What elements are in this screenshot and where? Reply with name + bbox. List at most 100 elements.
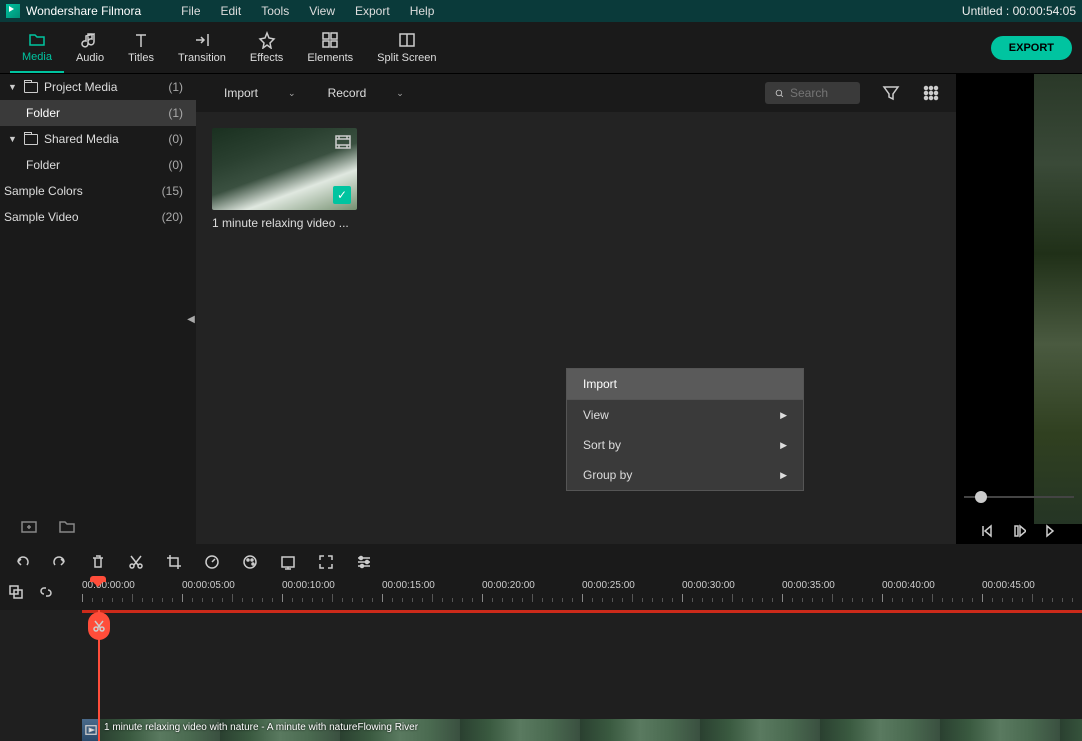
expand-button[interactable] [318, 554, 334, 570]
titles-icon [132, 31, 150, 49]
delete-button[interactable] [90, 554, 106, 570]
tab-effects[interactable]: Effects [238, 23, 295, 73]
sidebar-item-project-media[interactable]: ▼ Project Media (1) [0, 74, 196, 100]
export-button[interactable]: EXPORT [991, 36, 1072, 60]
folder-icon [28, 30, 46, 48]
ruler-tick: 00:00:20:00 [482, 580, 535, 591]
menu-edit[interactable]: Edit [221, 4, 242, 18]
ruler-tick: 00:00:40:00 [882, 580, 935, 591]
tab-audio[interactable]: Audio [64, 23, 116, 73]
slider-thumb[interactable] [975, 491, 987, 503]
sidebar: ▼ Project Media (1) Folder (1) ▼ Shared … [0, 74, 196, 544]
timeline-toolbar [0, 544, 1082, 580]
check-icon: ✓ [333, 186, 351, 204]
sidebar-collapse-button[interactable]: ◀ [186, 304, 196, 334]
add-marker-button[interactable] [8, 584, 24, 600]
main-menu: File Edit Tools View Export Help [181, 4, 434, 18]
content-toolbar: Import ⌄ Record ⌄ [196, 74, 956, 112]
undo-button[interactable] [14, 554, 30, 570]
tab-elements[interactable]: Elements [295, 23, 365, 73]
chevron-down-icon: ⌄ [396, 88, 404, 99]
project-title-time: Untitled : 00:00:54:05 [962, 4, 1076, 18]
media-label: 1 minute relaxing video ... [212, 216, 357, 230]
video-type-icon [335, 134, 351, 150]
playhead-marker[interactable] [90, 576, 106, 586]
expand-arrow-icon: ▼ [8, 134, 18, 144]
audio-icon [81, 31, 99, 49]
settings-button[interactable] [356, 554, 372, 570]
sidebar-item-sample-video[interactable]: Sample Video (20) [0, 204, 196, 230]
ruler-tick: 00:00:45:00 [982, 580, 1035, 591]
context-import[interactable]: Import [567, 369, 803, 399]
ruler-tick: 00:00:35:00 [782, 580, 835, 591]
crop-button[interactable] [166, 554, 182, 570]
tab-media[interactable]: Media [10, 23, 64, 73]
main-area: ▼ Project Media (1) Folder (1) ▼ Shared … [0, 74, 1082, 544]
menu-export[interactable]: Export [355, 4, 390, 18]
context-menu: Import View ▶ Sort by ▶ Group by ▶ [566, 368, 804, 491]
content-panel: Import ⌄ Record ⌄ ✓ 1 minute relaxing vi… [196, 74, 956, 544]
folder-icon[interactable] [58, 517, 76, 535]
next-frame-button[interactable] [1044, 524, 1058, 538]
sidebar-item-folder-2[interactable]: Folder (0) [0, 152, 196, 178]
prev-frame-button[interactable] [980, 524, 994, 538]
video-track: 1 minute relaxing video with nature - A … [82, 719, 1082, 741]
preview-slider[interactable] [956, 488, 1082, 506]
submenu-arrow-icon: ▶ [780, 410, 787, 421]
cut-button[interactable] [128, 554, 144, 570]
play-pause-button[interactable] [1012, 524, 1026, 538]
media-item[interactable]: ✓ 1 minute relaxing video ... [212, 128, 357, 230]
expand-arrow-icon: ▼ [8, 82, 18, 92]
titlebar: Wondershare Filmora File Edit Tools View… [0, 0, 1082, 22]
grid-view-icon[interactable] [922, 84, 940, 102]
submenu-arrow-icon: ▶ [780, 440, 787, 451]
new-folder-icon[interactable] [20, 517, 38, 535]
sidebar-item-folder-1[interactable]: Folder (1) [0, 100, 196, 126]
sidebar-bottom-tools [0, 508, 196, 544]
context-group-by[interactable]: Group by ▶ [567, 460, 803, 490]
sidebar-item-shared-media[interactable]: ▼ Shared Media (0) [0, 126, 196, 152]
tab-titles[interactable]: Titles [116, 23, 166, 73]
video-clip[interactable]: 1 minute relaxing video with nature - A … [100, 719, 1082, 741]
ruler-tick: 00:00:15:00 [382, 580, 435, 591]
ruler-tick: 00:00:10:00 [282, 580, 335, 591]
redo-button[interactable] [52, 554, 68, 570]
context-view[interactable]: View ▶ [567, 400, 803, 430]
app-title: Wondershare Filmora [26, 4, 141, 18]
sidebar-item-sample-colors[interactable]: Sample Colors (15) [0, 178, 196, 204]
clip-label: 1 minute relaxing video with nature - A … [104, 722, 418, 733]
tab-transition[interactable]: Transition [166, 23, 238, 73]
render-line [82, 610, 1082, 613]
menu-tools[interactable]: Tools [261, 4, 289, 18]
green-screen-button[interactable] [280, 554, 296, 570]
chevron-down-icon: ⌄ [288, 88, 296, 99]
import-dropdown[interactable]: Import ⌄ [212, 82, 308, 104]
ruler-tick: 00:00:25:00 [582, 580, 635, 591]
color-button[interactable] [242, 554, 258, 570]
playhead-handle[interactable] [88, 612, 110, 640]
ruler-tick: 00:00:30:00 [682, 580, 735, 591]
media-grid: ✓ 1 minute relaxing video ... [196, 112, 956, 246]
timeline-tracks[interactable]: 1 minute relaxing video with nature - A … [0, 610, 1082, 741]
tab-toolbar: Media Audio Titles Transition Effects El… [0, 22, 1082, 74]
search-input[interactable] [790, 86, 850, 100]
filter-icon[interactable] [882, 84, 900, 102]
timeline-area: 00:00:00:0000:00:05:0000:00:10:0000:00:1… [0, 544, 1082, 741]
ruler-tick: 00:00:05:00 [182, 580, 235, 591]
context-sort-by[interactable]: Sort by ▶ [567, 430, 803, 460]
menu-view[interactable]: View [309, 4, 335, 18]
app-logo [6, 4, 20, 18]
preview-frame [1034, 74, 1082, 524]
search-box[interactable] [765, 82, 860, 104]
speed-button[interactable] [204, 554, 220, 570]
time-ruler[interactable]: 00:00:00:0000:00:05:0000:00:10:0000:00:1… [82, 580, 1082, 610]
submenu-arrow-icon: ▶ [780, 470, 787, 481]
record-dropdown[interactable]: Record ⌄ [316, 82, 416, 104]
menu-file[interactable]: File [181, 4, 200, 18]
media-thumbnail: ✓ [212, 128, 357, 210]
tab-split-screen[interactable]: Split Screen [365, 23, 448, 73]
split-screen-icon [398, 31, 416, 49]
link-button[interactable] [38, 584, 54, 600]
transition-icon [193, 31, 211, 49]
menu-help[interactable]: Help [410, 4, 435, 18]
